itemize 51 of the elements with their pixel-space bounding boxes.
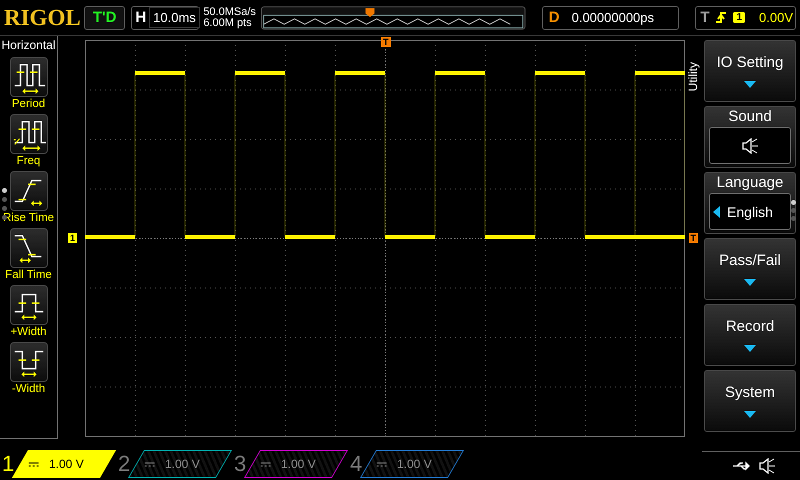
memory-depth: 6.00M pts — [203, 18, 253, 28]
trigger-source: 1 — [733, 12, 746, 23]
speaker-icon — [758, 458, 776, 474]
dc-coupling-icon — [261, 462, 271, 466]
menu-title: Utility — [686, 62, 700, 92]
trigger-level-marker[interactable]: T — [688, 233, 698, 243]
trigger-position-marker[interactable]: T — [381, 37, 390, 47]
measure-button[interactable] — [10, 285, 48, 325]
sample-rate: 50.0MSa/s — [203, 6, 256, 18]
measure-button[interactable] — [10, 171, 48, 211]
caret-icon — [744, 411, 756, 418]
trigger-level: 0.00V — [759, 10, 794, 25]
measure-button[interactable] — [10, 228, 48, 268]
menu-button[interactable]: Record — [704, 304, 796, 366]
dc-coupling-icon — [29, 462, 39, 466]
logo: RIGOL — [4, 4, 78, 30]
menu-label: Sound — [728, 108, 772, 125]
dc-coupling-icon — [145, 462, 155, 466]
menu-button[interactable]: IO Setting — [704, 40, 796, 102]
menu-button[interactable]: System — [704, 370, 796, 432]
usb-icon — [732, 460, 752, 470]
measure-button[interactable] — [10, 342, 48, 382]
speaker-icon — [741, 138, 759, 154]
measure-button[interactable] — [10, 114, 48, 154]
trigger-label: T — [700, 9, 710, 26]
measure-button[interactable] — [10, 57, 48, 97]
measure-label: -Width — [12, 383, 46, 395]
measure-label: +Width — [10, 326, 47, 338]
menu-button[interactable]: Pass/Fail — [704, 238, 796, 300]
rising-edge-icon — [715, 10, 728, 26]
delay-panel[interactable]: D 0.00000000ps — [542, 6, 680, 30]
run-status: T'D — [84, 6, 126, 30]
measure-label: Fall Time — [5, 269, 52, 281]
dc-coupling-icon — [377, 462, 387, 466]
trigger-panel[interactable]: T 1 0.00V — [695, 6, 796, 30]
left-arrow-icon — [713, 206, 720, 218]
measure-label: Freq — [16, 155, 40, 167]
caret-icon — [744, 279, 756, 286]
language-selector[interactable]: English — [709, 193, 791, 230]
channel-marker[interactable]: 1 — [68, 233, 78, 243]
timebase-value: 10.0ms — [149, 7, 200, 28]
sound-toggle[interactable] — [709, 127, 791, 164]
horizontal-label: H — [135, 9, 146, 26]
delay-value: 0.00000000ps — [572, 10, 654, 25]
timebase-panel[interactable]: H 10.0ms — [131, 6, 200, 30]
menu-label: Language — [716, 174, 784, 191]
menu-title: Horizontal — [1, 38, 56, 52]
measure-label: Period — [12, 98, 46, 110]
caret-icon — [744, 345, 756, 352]
caret-icon — [744, 81, 756, 88]
delay-label: D — [548, 9, 560, 26]
